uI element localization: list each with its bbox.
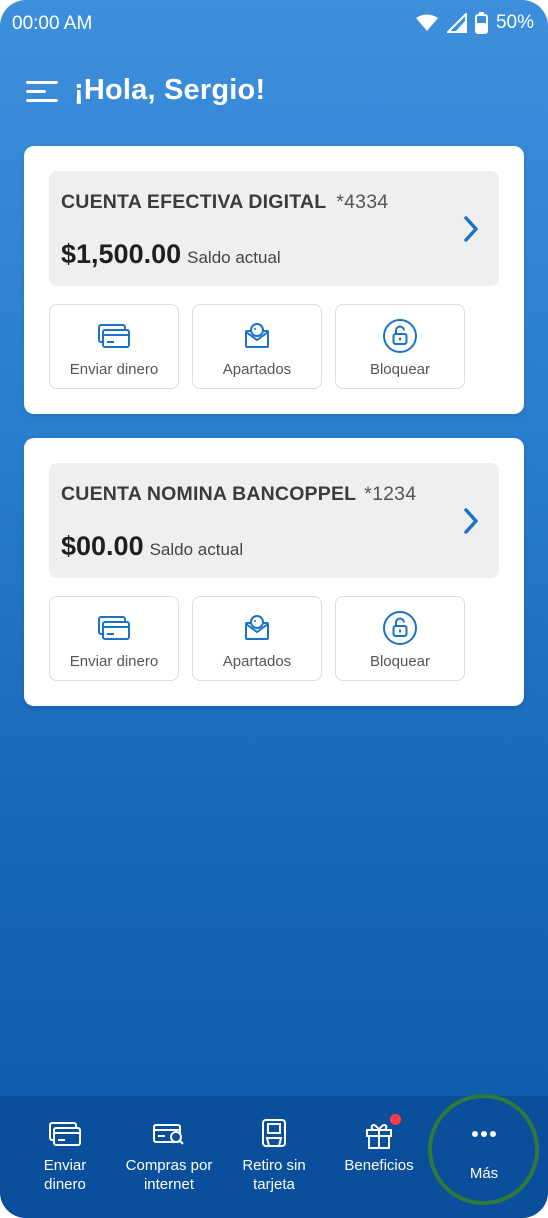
account-type: CUENTA EFECTIVA DIGITAL [61,191,327,213]
greeting-title: ¡Hola, Sergio! [74,74,266,106]
account-name: CUENTA EFECTIVA DIGITAL *4334 [61,191,388,214]
action-label: Enviar dinero [69,653,159,670]
balance-amount: $00.00 [61,531,144,561]
balance-label: Saldo actual [149,540,244,559]
battery-percent: 50% [495,12,534,33]
status-icons: 50% [415,12,534,34]
nav-label: Retiro sin tarjeta [242,1157,306,1193]
savings-button[interactable]: Apartados [192,304,322,389]
account-number: *4334 [336,191,389,213]
lock-icon [382,319,418,353]
account-balance: $00.00 Saldo actual [61,531,243,562]
bottom-nav: Enviar dinero Compras por internet Retir… [0,1096,548,1218]
cards-icon [48,1118,82,1150]
notification-dot [390,1114,401,1125]
account-name: CUENTA NOMINA BANCOPPEL *1234 [61,483,416,506]
account-type: CUENTA NOMINA BANCOPPEL [61,483,357,505]
nav-item-benefits[interactable]: Beneficios [324,1096,434,1218]
header: ¡Hola, Sergio! [26,74,265,107]
nav-label: Más [469,1165,499,1182]
atm-icon [260,1118,288,1150]
action-label: Bloquear [369,361,431,378]
card-send-icon [97,319,131,353]
account-card: CUENTA EFECTIVA DIGITAL *4334 $1,500.00 S… [24,146,524,414]
nav-label: Compras por internet [125,1157,213,1193]
account-balance: $1,500.00 Saldo actual [61,239,281,270]
nav-item-more[interactable]: Más [429,1096,539,1218]
action-label: Apartados [222,653,292,670]
send-money-button[interactable]: Enviar dinero [49,596,179,681]
chevron-right-icon[interactable] [461,507,481,535]
balance-amount: $1,500.00 [61,239,182,269]
card-send-icon [97,611,131,645]
more-dots-icon [471,1118,497,1150]
piggy-envelope-icon [243,319,271,353]
action-label: Apartados [222,361,292,378]
account-card: CUENTA NOMINA BANCOPPEL *1234 $00.00 Sald… [24,438,524,706]
savings-button[interactable]: Apartados [192,596,322,681]
app-screen: 00:00 AM 50% ¡Hola, Sergio! CUENTA EFECT… [0,0,548,1218]
status-bar: 00:00 AM 50% [0,0,548,48]
signal-icon [446,13,467,33]
card-search-icon [152,1118,186,1150]
lock-icon [382,611,418,645]
wifi-icon [415,14,438,31]
action-label: Bloquear [369,653,431,670]
nav-item-cardless-withdrawal[interactable]: Retiro sin tarjeta [219,1096,329,1218]
piggy-envelope-icon [243,611,271,645]
chevron-right-icon[interactable] [461,215,481,243]
block-button[interactable]: Bloquear [335,596,465,681]
account-actions: Enviar dinero Apartados Bloquear [49,304,465,389]
status-time: 00:00 AM [12,13,93,34]
nav-item-online-purchases[interactable]: Compras por internet [114,1096,224,1218]
balance-label: Saldo actual [187,248,281,267]
account-number: *1234 [364,483,417,505]
block-button[interactable]: Bloquear [335,304,465,389]
menu-icon[interactable] [26,80,58,102]
nav-item-send-money[interactable]: Enviar dinero [10,1096,120,1218]
account-summary[interactable]: CUENTA NOMINA BANCOPPEL *1234 $00.00 Sald… [49,463,499,578]
battery-icon [474,12,488,34]
action-label: Enviar dinero [69,361,159,378]
account-actions: Enviar dinero Apartados Bloquear [49,596,465,681]
gift-icon [363,1114,401,1150]
send-money-button[interactable]: Enviar dinero [49,304,179,389]
nav-label: Enviar dinero [43,1157,87,1193]
nav-label: Beneficios [344,1157,414,1174]
account-summary[interactable]: CUENTA EFECTIVA DIGITAL *4334 $1,500.00 S… [49,171,499,286]
